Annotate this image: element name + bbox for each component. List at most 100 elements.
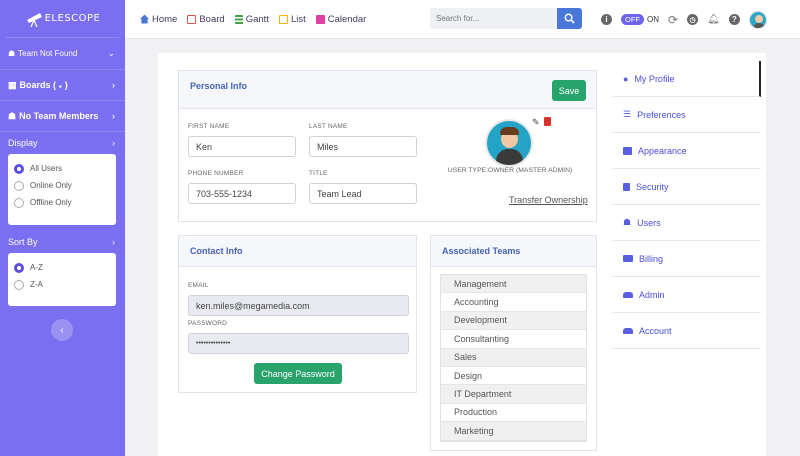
refresh-icon[interactable]: ⟳	[668, 13, 678, 27]
board-icon	[187, 14, 197, 24]
menu-security[interactable]: Security	[613, 169, 761, 205]
email-label: EMAIL	[188, 282, 209, 289]
telescope-icon	[26, 12, 42, 27]
team-row[interactable]: Design	[441, 367, 586, 386]
menu-billing[interactable]: Billing	[613, 241, 761, 277]
sort-title: Sort By	[8, 237, 38, 247]
display-option-online[interactable]: Online Only	[14, 177, 110, 194]
first-name-field[interactable]: Ken	[188, 136, 296, 157]
home-icon	[140, 14, 149, 24]
profile-avatar[interactable]	[485, 119, 533, 167]
menu-label: My Profile	[634, 73, 675, 84]
boards-icon: ▦	[8, 79, 17, 90]
logo-text: ELESCOPE	[44, 13, 101, 24]
members-label: No Team Members	[19, 111, 99, 121]
chevron-right-icon: ›	[112, 138, 115, 148]
nav-home[interactable]: Home	[140, 14, 177, 25]
members-icon: ☗	[8, 110, 17, 121]
collapse-sidebar-button[interactable]: ‹	[51, 319, 73, 341]
help-icon[interactable]: ?	[728, 14, 740, 25]
sidebar-team-selector[interactable]: ☗ Team Not Found ⌄	[0, 38, 125, 70]
menu-users[interactable]: ☗ Users	[613, 205, 761, 241]
title-label: TITLE	[309, 170, 328, 177]
phone-field[interactable]: 703-555-1234	[188, 183, 296, 204]
change-password-button[interactable]: Change Password	[254, 363, 342, 384]
user-type-text: USER TYPE:OWNER (MASTER ADMIN)	[447, 167, 573, 174]
nav-gantt[interactable]: Gantt	[234, 14, 269, 25]
nav-board[interactable]: Board	[187, 13, 225, 25]
nav-label: Calendar	[327, 13, 367, 25]
menu-label: Users	[637, 217, 661, 228]
clock-icon[interactable]: ◷	[687, 14, 699, 25]
lock-icon	[623, 182, 630, 191]
password-field[interactable]: ••••••••••••••	[188, 333, 409, 354]
nav-label: Board	[199, 13, 225, 25]
team-row[interactable]: IT Department	[441, 385, 586, 404]
contact-info-header: Contact Info	[179, 236, 416, 267]
profile-card: Personal Info Save FIRST NAME Ken LAST N…	[158, 53, 766, 456]
transfer-ownership-link[interactable]: Transfer Ownership	[509, 195, 588, 205]
toggle-on-label: ON	[647, 15, 659, 24]
sidebar-team-members[interactable]: ☗ No Team Members ›	[0, 101, 125, 132]
car-icon	[623, 327, 633, 334]
team-row[interactable]: Development	[441, 311, 586, 331]
status-toggle[interactable]: OFF ON	[621, 14, 659, 25]
email-field[interactable]: ken.miles@megamedia.com	[188, 295, 409, 316]
chevron-left-icon: ‹	[60, 324, 64, 336]
sort-header[interactable]: Sort By ›	[0, 231, 125, 253]
associated-teams-panel: Associated Teams Management Accounting D…	[430, 235, 597, 451]
title-field[interactable]: Team Lead	[309, 183, 417, 204]
toggle-off-label: OFF	[621, 14, 644, 25]
delete-icon[interactable]	[544, 117, 551, 126]
calendar-icon	[315, 14, 325, 24]
menu-admin[interactable]: Admin	[613, 277, 761, 313]
team-row[interactable]: Management	[441, 275, 586, 294]
menu-label: Account	[639, 325, 672, 336]
menu-preferences[interactable]: ☰ Preferences	[613, 97, 761, 133]
radio-icon	[14, 197, 24, 208]
search-input[interactable]	[430, 8, 557, 29]
bell-icon[interactable]: 🔔︎	[707, 14, 720, 25]
sliders-icon: ☰	[623, 109, 632, 119]
edit-icon[interactable]: ✎	[532, 117, 540, 128]
menu-label: Billing	[639, 253, 664, 264]
info-icon[interactable]: i	[601, 14, 612, 25]
user-avatar[interactable]	[748, 10, 767, 29]
team-row[interactable]: Production	[441, 404, 586, 423]
menu-label: Admin	[639, 289, 665, 300]
save-button[interactable]: Save	[552, 80, 586, 101]
image-icon	[623, 146, 632, 155]
logo[interactable]: ELESCOPE	[6, 0, 119, 38]
team-row[interactable]: Consultanting	[441, 330, 586, 349]
search-button[interactable]	[557, 8, 582, 29]
sidebar-boards[interactable]: ▦ Boards (❟ ) ›	[0, 70, 125, 101]
menu-appearance[interactable]: Appearance	[613, 133, 761, 169]
nav-calendar[interactable]: Calendar	[315, 13, 367, 25]
associated-teams-header: Associated Teams	[431, 236, 596, 267]
sort-option-za[interactable]: Z-A	[14, 276, 110, 293]
settings-menu: ● My Profile ☰ Preferences Appearance Secu…	[613, 61, 761, 349]
display-header[interactable]: Display ›	[0, 132, 125, 154]
sort-option-az[interactable]: A-Z	[14, 259, 110, 276]
team-row[interactable]: Marketing	[441, 422, 586, 441]
personal-info-header: Personal Info	[179, 71, 596, 109]
team-row[interactable]: Sales	[441, 348, 586, 367]
associated-teams-title: Associated Teams	[442, 246, 521, 256]
team-row[interactable]: Accounting	[441, 293, 586, 312]
top-bar: Home Board Gantt List Calendar i OFF ON …	[125, 0, 800, 39]
display-option-offline[interactable]: Offline Only	[14, 194, 110, 211]
toolbar-right: i OFF ON ⟳ ◷ 🔔︎ ?	[601, 0, 767, 39]
user-icon: ●	[623, 73, 629, 84]
last-name-field[interactable]: Miles	[309, 136, 417, 157]
last-name-label: LAST NAME	[309, 123, 348, 130]
personal-info-title: Personal Info	[190, 81, 248, 91]
menu-account[interactable]: Account	[613, 313, 761, 349]
display-option-all[interactable]: All Users	[14, 160, 110, 177]
car-icon	[623, 291, 633, 298]
nav-list[interactable]: List	[278, 13, 306, 25]
personal-info-panel: Personal Info Save FIRST NAME Ken LAST N…	[178, 70, 597, 222]
gantt-icon	[234, 14, 243, 24]
first-name-label: FIRST NAME	[188, 123, 230, 130]
nav-label: List	[290, 13, 306, 25]
menu-my-profile[interactable]: ● My Profile	[613, 61, 761, 97]
